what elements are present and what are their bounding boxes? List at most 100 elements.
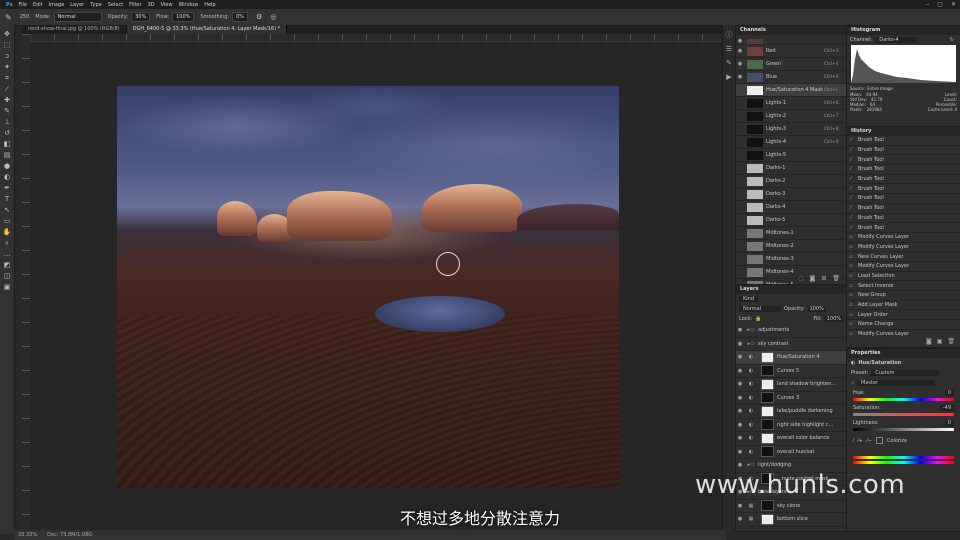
eye-icon[interactable]: ●	[736, 435, 744, 441]
eyedropper-minus-icon[interactable]: ⁄−	[867, 438, 872, 444]
blur-icon[interactable]: ●	[3, 162, 12, 171]
layer-mask-thumbnail[interactable]	[761, 378, 774, 390]
eye-icon[interactable]: ●	[736, 381, 744, 387]
channel-row[interactable]: Lights-3 Ctrl+8	[736, 123, 846, 136]
menu-layer[interactable]: Layer	[70, 2, 84, 8]
history-step[interactable]: ▫ Modify Curves Layer	[847, 243, 960, 253]
menu-view[interactable]: View	[161, 2, 173, 8]
layer-mask-thumbnail[interactable]	[761, 405, 774, 417]
layer-mask-thumbnail[interactable]	[761, 365, 774, 377]
history-step[interactable]: ▫ Modify Curves Layer	[847, 262, 960, 272]
history-step[interactable]: ⁄ Brush Tool	[847, 194, 960, 204]
history-step[interactable]: ⁄ Brush Tool	[847, 184, 960, 195]
clone-stamp-icon[interactable]: ⊥	[3, 118, 12, 127]
history-step[interactable]: ▫ Modify Curves Layer	[847, 330, 960, 336]
channel-row[interactable]: ● Green Ctrl+4	[736, 58, 846, 71]
maximize-button[interactable]: ▢	[937, 1, 943, 8]
menu-image[interactable]: Image	[49, 2, 65, 8]
history-step[interactable]: ▫ Modify Curves Layer	[847, 233, 960, 243]
camera-icon[interactable]: ▣	[937, 338, 943, 345]
hand-adjust-icon[interactable]: ☝	[851, 380, 854, 386]
eyedropper-icon[interactable]: ⁄	[3, 85, 12, 94]
dodge-icon[interactable]: ◐	[3, 173, 12, 182]
history-step[interactable]: ⁄ Brush Tool	[847, 204, 960, 214]
layer-mask-thumbnail[interactable]	[761, 351, 774, 363]
pressure-icon[interactable]: ◎	[270, 13, 276, 21]
new-channel-icon[interactable]: ⊞	[821, 275, 826, 282]
shape-icon[interactable]: ▭	[3, 217, 12, 226]
menu-file[interactable]: File	[19, 2, 27, 8]
play-icon[interactable]: ▶	[725, 73, 733, 81]
layer-row[interactable]: ● ◐ Hue/Saturation 4	[736, 351, 846, 365]
eye-icon[interactable]: ●	[736, 422, 744, 428]
channel-row[interactable]: ● Red Ctrl+3	[736, 45, 846, 58]
layer-mask-thumbnail[interactable]	[761, 446, 774, 458]
load-selection-icon[interactable]: ◌	[798, 275, 803, 282]
layer-row[interactable]: ● ◐ right side highlight c...	[736, 419, 846, 432]
menu-window[interactable]: Window	[178, 2, 198, 8]
range-select[interactable]: Master	[857, 380, 936, 386]
lightness-value[interactable]: 0	[944, 420, 954, 426]
healing-brush-icon[interactable]: ✚	[3, 96, 12, 105]
pen-icon[interactable]: ✒	[3, 184, 12, 193]
source-select[interactable]: Entire Image	[867, 86, 893, 91]
eye-icon[interactable]: ●	[736, 48, 744, 54]
eye-icon[interactable]: ●	[736, 38, 744, 44]
blend-mode-select[interactable]: Normal	[739, 306, 781, 312]
menu-3d[interactable]: 3D	[148, 2, 155, 8]
move-tool-icon[interactable]: ✥	[3, 30, 12, 39]
layer-mask-thumbnail[interactable]	[761, 432, 774, 444]
history-step[interactable]: ▫ Load Selection	[847, 272, 960, 282]
type-icon[interactable]: T	[3, 195, 12, 204]
channel-row[interactable]: Lights-5	[736, 149, 846, 162]
menu-select[interactable]: Select	[108, 2, 123, 8]
menu-type[interactable]: Type	[90, 2, 101, 8]
document-canvas[interactable]	[117, 86, 619, 488]
menu-help[interactable]: Help	[204, 2, 215, 8]
opacity-field[interactable]: 30%	[131, 12, 151, 22]
channel-row[interactable]: Darks-4	[736, 201, 846, 214]
eye-icon[interactable]: ●	[736, 395, 744, 401]
eye-icon[interactable]: ●	[736, 327, 744, 333]
colorize-checkbox[interactable]	[875, 437, 883, 444]
zoom-level[interactable]: 33.33%	[18, 532, 37, 538]
channel-row[interactable]: Midtones-2	[736, 240, 846, 253]
color-swatch-icon[interactable]: ◩	[3, 261, 12, 270]
layer-row[interactable]: ● ◐ Curves 5	[736, 365, 846, 378]
magic-wand-icon[interactable]: ✦	[3, 63, 12, 72]
layer-row[interactable]: ● ▸▭ sky contrast	[736, 338, 846, 351]
history-step[interactable]: ▫ New Group	[847, 291, 960, 301]
screen-mode-icon[interactable]: ▣	[3, 283, 12, 292]
channel-row[interactable]: ● Blue Ctrl+5	[736, 71, 846, 84]
saturation-value[interactable]: -49	[939, 405, 954, 411]
kind-filter[interactable]: Kind	[739, 296, 759, 302]
layer-row[interactable]: ● ◐ land shadow brighten...	[736, 378, 846, 392]
layer-row[interactable]: ● ◐ overall color balance	[736, 432, 846, 446]
hue-slider[interactable]	[853, 398, 954, 401]
eye-icon[interactable]: ●	[736, 341, 744, 347]
eye-icon[interactable]: ●	[736, 408, 744, 414]
trash-icon[interactable]: 🗑	[832, 275, 840, 282]
gradient-icon[interactable]: ▤	[3, 151, 12, 160]
brush-tool-icon[interactable]: ✎	[5, 13, 12, 22]
trash-icon[interactable]: 🗑	[947, 338, 955, 345]
history-step[interactable]: ⁄ Brush Tool	[847, 165, 960, 175]
history-brush-icon[interactable]: ↺	[3, 129, 12, 138]
adjust-icon[interactable]: ☰	[725, 45, 733, 53]
layer-row[interactable]: ● ◐ overall hue/sat	[736, 446, 846, 459]
channel-row[interactable]: Darks-2	[736, 175, 846, 188]
layer-mask-thumbnail[interactable]	[761, 392, 774, 404]
history-step[interactable]: ▫ Layer Order	[847, 310, 960, 321]
quick-mask-icon[interactable]: ◫	[3, 272, 12, 281]
refresh-icon[interactable]: ↻	[950, 37, 954, 43]
lasso-tool-icon[interactable]: ↄ	[3, 52, 12, 61]
hue-value[interactable]: 0	[944, 390, 954, 396]
history-step[interactable]: ▫ Add Layer Mask	[847, 301, 960, 311]
layer-row[interactable]: ● ◐ Curves 3	[736, 392, 846, 405]
history-step[interactable]: ▫ Name Change	[847, 320, 960, 330]
fill-field[interactable]: 100%	[824, 316, 843, 322]
channel-row[interactable]: Darks-1	[736, 162, 846, 175]
channel-row[interactable]: Midtones-3	[736, 253, 846, 266]
menu-filter[interactable]: Filter	[129, 2, 141, 8]
history-step[interactable]: ⁄ Brush Tool	[847, 146, 960, 156]
